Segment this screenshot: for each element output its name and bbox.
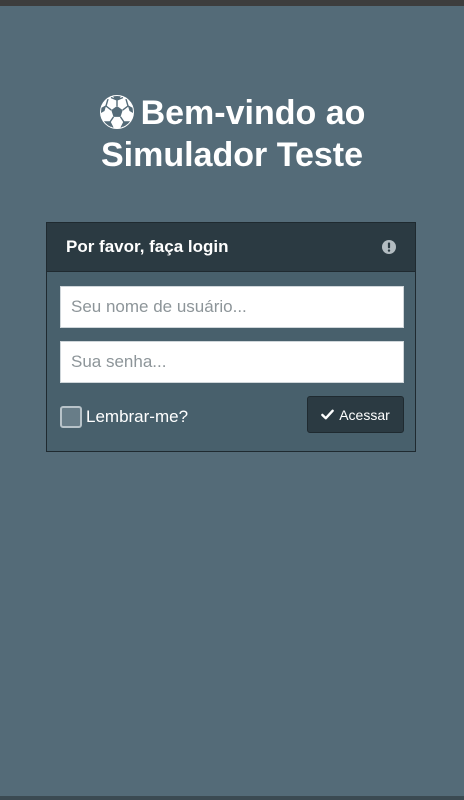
soccer-ball-icon — [99, 95, 134, 129]
login-submit-button[interactable]: Acessar — [307, 396, 404, 433]
title-line-1: Bem-vindo ao — [0, 92, 464, 134]
remember-me-toggle[interactable]: Lembrar-me? — [60, 406, 188, 428]
login-submit-label: Acessar — [339, 406, 390, 423]
login-panel: Por favor, faça login Lembrar-me? Acessa… — [46, 222, 416, 452]
checkmark-icon — [321, 409, 335, 420]
exclamation-circle-icon — [382, 240, 396, 254]
bottom-strip — [0, 796, 464, 800]
title-text-1: Bem-vindo ao — [140, 94, 366, 132]
page-title: Bem-vindo ao Simulador Teste — [0, 92, 464, 176]
status-bar-strip — [0, 0, 464, 6]
remember-me-label: Lembrar-me? — [86, 407, 189, 426]
title-line-2: Simulador Teste — [101, 136, 363, 174]
login-panel-title: Por favor, faça login — [66, 237, 229, 256]
username-input[interactable] — [60, 286, 404, 328]
login-panel-header: Por favor, faça login — [47, 223, 415, 272]
remember-me-checkbox[interactable] — [60, 406, 82, 428]
password-input[interactable] — [60, 341, 404, 383]
